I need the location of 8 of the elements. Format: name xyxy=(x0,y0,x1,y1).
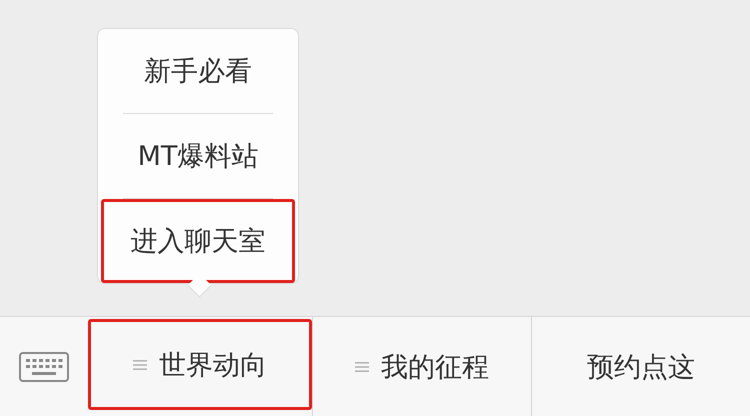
submenu-item[interactable]: 新手必看 xyxy=(101,29,295,113)
submenu-item[interactable]: MT爆料站 xyxy=(101,114,295,198)
menu-icon xyxy=(133,358,147,370)
menu-tab[interactable]: 我的征程 xyxy=(312,317,531,416)
menu-icon xyxy=(355,360,369,372)
submenu-item[interactable]: 进入聊天室 xyxy=(101,199,295,283)
menu-tab[interactable]: 世界动向 xyxy=(88,319,312,410)
menu-tab[interactable]: 预约点这 xyxy=(531,317,750,416)
